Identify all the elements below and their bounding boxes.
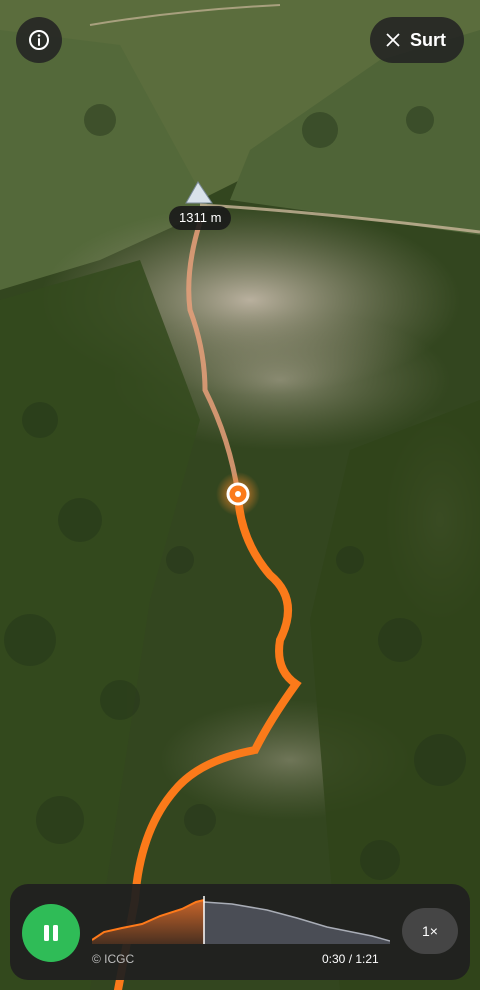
info-icon [29,30,49,50]
close-icon [386,33,400,47]
speed-button[interactable]: 1× [402,908,458,954]
playback-panel: © ICGC 0:30 / 1:21 1× [10,884,470,980]
exit-label: Surt [410,29,446,50]
pause-button[interactable] [22,904,80,962]
elevation-profile[interactable] [92,894,390,958]
info-button[interactable] [16,17,62,63]
map-credit: © ICGC [92,952,135,966]
peak-elevation-label: 1311 m [169,206,232,230]
playback-time: 0:30 / 1:21 [322,952,379,966]
pause-icon [44,925,58,941]
satellite-3d-map[interactable] [0,0,480,990]
exit-button[interactable]: Surt [370,17,464,63]
elevation-remaining [204,902,390,944]
